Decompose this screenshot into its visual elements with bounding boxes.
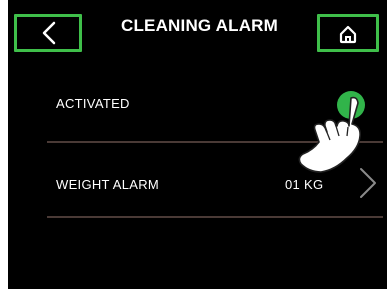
tap-hand-icon: [298, 96, 361, 173]
screen: CLEANING ALARM ACTIVATED WEIGHT ALARM 01…: [8, 0, 387, 289]
weight-alarm-label: WEIGHT ALARM: [56, 177, 160, 192]
activated-label: ACTIVATED: [56, 96, 130, 111]
home-button[interactable]: [317, 14, 379, 52]
page-title: CLEANING ALARM: [120, 16, 279, 35]
back-button[interactable]: [14, 14, 82, 52]
chevron-left-icon: [42, 21, 56, 45]
divider: [47, 216, 383, 218]
home-icon: [339, 25, 357, 44]
